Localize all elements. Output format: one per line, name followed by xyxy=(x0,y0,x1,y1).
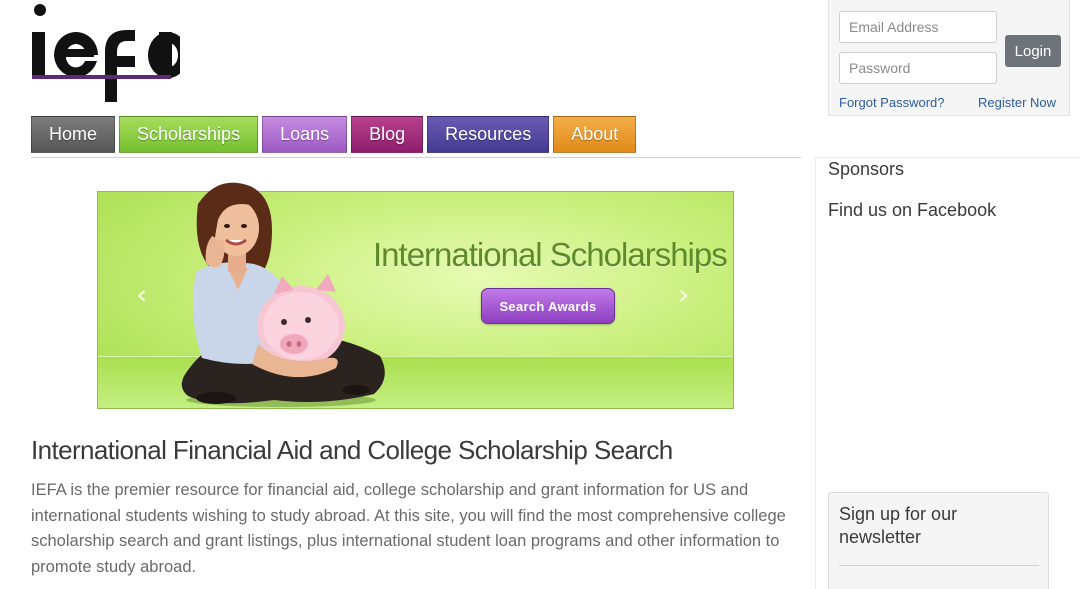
hero-banner[interactable]: International Scholarships Search Awards… xyxy=(97,182,734,409)
facebook-heading[interactable]: Find us on Facebook xyxy=(828,200,996,221)
forgot-password-link[interactable]: Forgot Password? xyxy=(839,95,945,110)
main-nav: Home Scholarships Loans Blog Resources A… xyxy=(31,116,637,154)
password-field[interactable] xyxy=(839,52,997,84)
newsletter-panel: Sign up for our newsletter xyxy=(828,492,1049,589)
email-field[interactable] xyxy=(839,11,997,43)
nav-resources[interactable]: Resources xyxy=(427,116,550,153)
nav-loans[interactable]: Loans xyxy=(262,116,348,153)
chevron-left-icon[interactable]: ‹ xyxy=(136,278,147,311)
register-link[interactable]: Register Now xyxy=(978,95,1056,110)
sponsors-heading: Sponsors xyxy=(828,159,905,179)
sidebar-divider xyxy=(815,158,816,589)
newsletter-divider xyxy=(839,565,1039,566)
nav-blog[interactable]: Blog xyxy=(351,116,424,153)
newsletter-title: Sign up for our newsletter xyxy=(839,504,958,547)
nav-home[interactable]: Home xyxy=(31,116,116,153)
nav-about[interactable]: About xyxy=(553,116,637,153)
intro-paragraph: IEFA is the premier resource for financi… xyxy=(31,481,786,576)
search-awards-button[interactable]: Search Awards xyxy=(481,288,615,324)
banner-title: International Scholarships xyxy=(373,236,728,273)
sidebar-top-divider xyxy=(816,157,1080,158)
login-button[interactable]: Login xyxy=(1005,35,1061,67)
page-title: International Financial Aid and College … xyxy=(31,435,673,465)
chevron-right-icon[interactable]: › xyxy=(678,278,689,311)
woman-with-piggy-bank-image xyxy=(181,182,385,407)
nav-scholarships[interactable]: Scholarships xyxy=(119,116,259,153)
nav-divider xyxy=(31,157,801,158)
iefa-logo[interactable] xyxy=(30,2,180,104)
login-panel: Login Forgot Password? Register Now xyxy=(828,0,1070,116)
